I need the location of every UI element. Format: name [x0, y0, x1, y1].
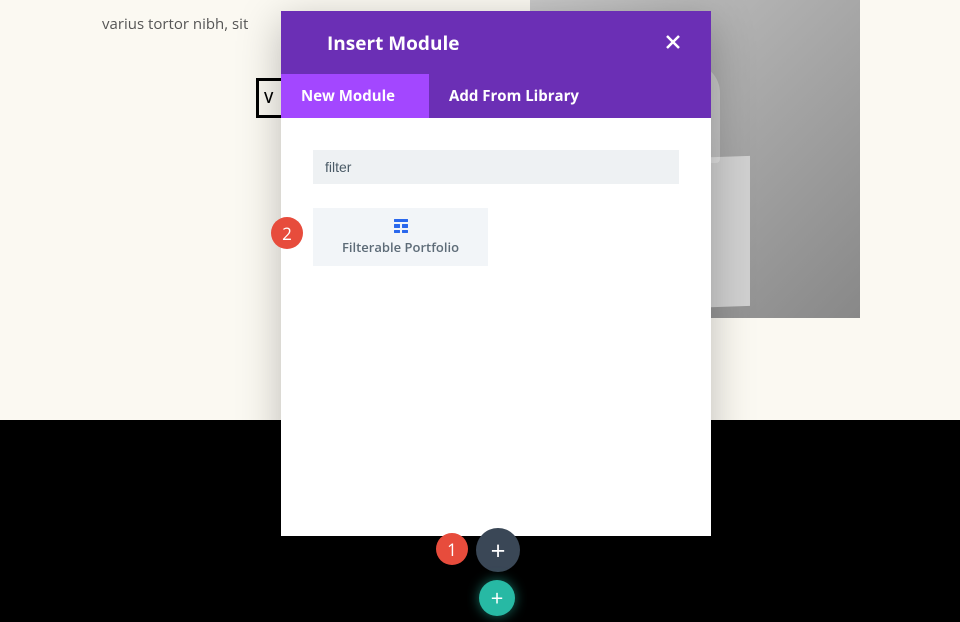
module-filterable-portfolio[interactable]: Filterable Portfolio: [313, 208, 488, 266]
close-icon[interactable]: [659, 23, 687, 62]
page-cta-label: V: [264, 88, 273, 108]
tab-add-from-library[interactable]: Add From Library: [429, 74, 613, 118]
module-results: Filterable Portfolio: [313, 208, 679, 266]
modal-title: Insert Module: [327, 30, 659, 56]
annotation-1: 1: [436, 533, 468, 565]
tab-new-module[interactable]: New Module: [281, 74, 429, 118]
search-input[interactable]: [313, 150, 679, 184]
add-row-button[interactable]: +: [476, 528, 520, 572]
modal-body: Filterable Portfolio: [281, 118, 711, 536]
modal-tabs: New Module Add From Library: [281, 74, 711, 118]
add-section-button[interactable]: +: [479, 580, 515, 616]
insert-module-modal: Insert Module New Module Add From Librar…: [281, 11, 711, 536]
plus-icon: +: [491, 532, 506, 568]
module-label: Filterable Portfolio: [342, 238, 459, 256]
grid-icon: [393, 218, 409, 234]
modal-header: Insert Module: [281, 11, 711, 74]
annotation-2: 2: [271, 217, 303, 249]
plus-icon: +: [491, 583, 504, 613]
page-text-fragment: varius tortor nibh, sit: [102, 14, 248, 34]
